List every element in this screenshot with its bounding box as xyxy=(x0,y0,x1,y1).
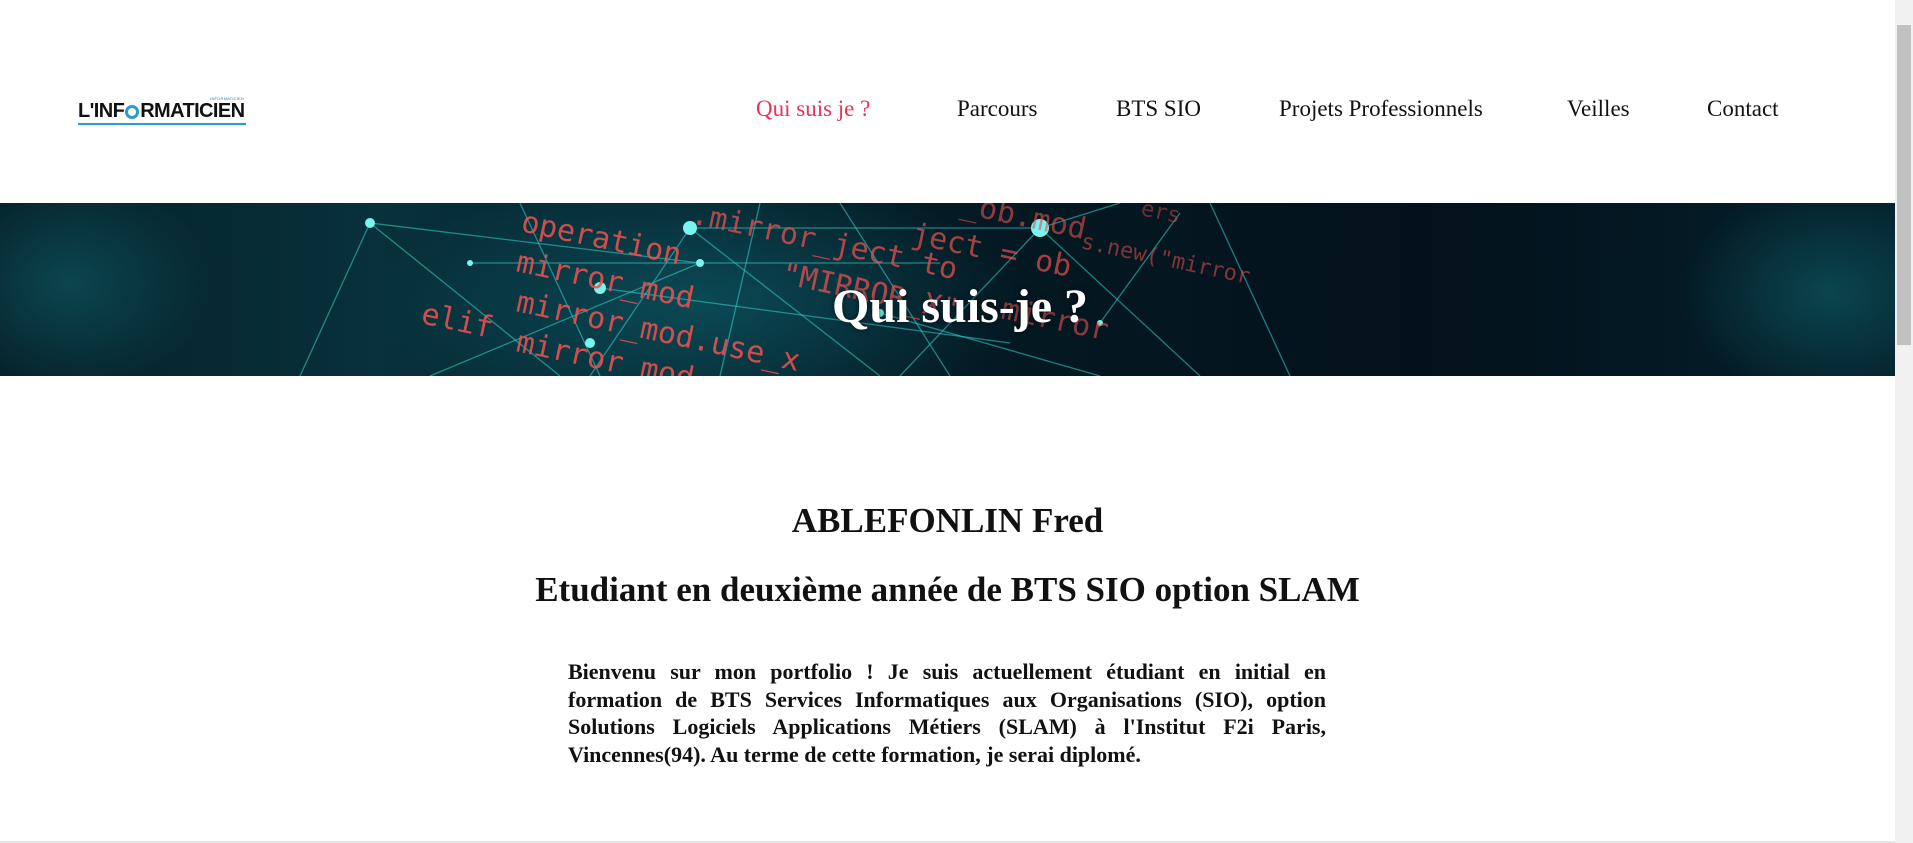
main-nav: Qui suis je ? Parcours BTS SIO Projets P… xyxy=(0,96,1895,126)
page-banner: operation mirror_mod mirror_mod.use_x el… xyxy=(0,203,1895,376)
author-name: ABLEFONLIN Fred xyxy=(791,501,1104,541)
vertical-scrollbar[interactable] xyxy=(1895,0,1913,843)
nav-item-bts-sio[interactable]: BTS SIO xyxy=(1116,96,1201,122)
author-subtitle: Etudiant en deuxième année de BTS SIO op… xyxy=(535,570,1360,610)
nav-item-qui-suis-je[interactable]: Qui suis je ? xyxy=(756,96,870,122)
nav-item-contact[interactable]: Contact xyxy=(1707,96,1779,122)
viewport: INFORMATICIEN L'INF RMATICIEN Qui suis je… xyxy=(0,0,1895,841)
scrollbar-thumb[interactable] xyxy=(1897,25,1911,345)
svg-text:ers: ers xyxy=(1139,203,1183,229)
site-header: INFORMATICIEN L'INF RMATICIEN Qui suis je… xyxy=(0,0,1895,203)
nav-item-veilles[interactable]: Veilles xyxy=(1567,96,1630,122)
intro-paragraph: Bienvenu sur mon portfolio ! Je suis act… xyxy=(568,659,1326,767)
browser-page: INFORMATICIEN L'INF RMATICIEN Qui suis je… xyxy=(0,0,1913,843)
nav-item-parcours[interactable]: Parcours xyxy=(957,96,1037,122)
nav-item-projets-professionnels[interactable]: Projets Professionnels xyxy=(1279,96,1483,122)
page-title: Qui suis-je ? xyxy=(831,280,1089,334)
